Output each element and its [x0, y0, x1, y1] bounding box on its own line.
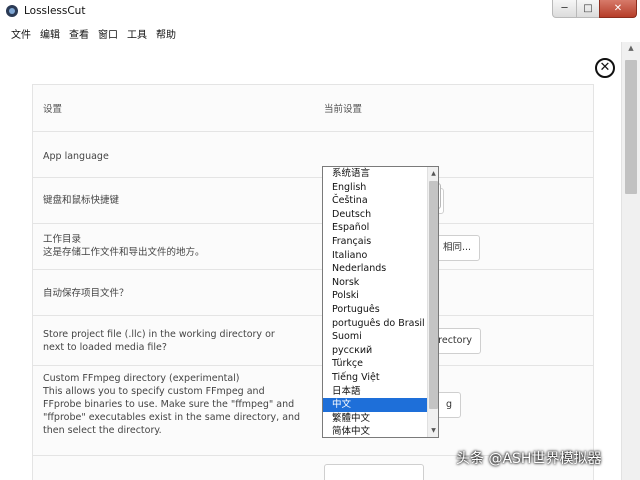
settings-table: 设置 当前设置 App language 键盘和鼠标快捷键 工作目录 这是存储工… — [32, 84, 594, 480]
watermark-text: 头条 @ASH世界模拟器 — [456, 451, 602, 467]
scroll-up-icon[interactable]: ▲ — [622, 44, 640, 56]
settings-row-shortcuts: 键盘和鼠标快捷键 — [33, 177, 593, 223]
language-option[interactable]: Português — [323, 303, 428, 317]
settings-row-language: App language — [33, 131, 593, 177]
app-logo-icon — [6, 5, 18, 17]
language-option-selected[interactable]: 中文 — [323, 398, 428, 412]
language-option[interactable]: Türkçe — [323, 357, 428, 371]
window-title: LosslessCut — [24, 5, 86, 17]
workdir-label: 工作目录 这是存储工作文件和导出文件的地方。 — [43, 234, 205, 258]
settings-row-autosave: 自动保存项目文件？ — [33, 269, 593, 315]
language-option[interactable]: 日本語 — [323, 385, 428, 399]
language-option[interactable]: Norsk — [323, 276, 428, 290]
menu-help[interactable]: 帮助 — [156, 26, 176, 41]
settings-page: ✕ 设置 当前设置 App language 键盘和鼠标快捷键 工作目录 这是存… — [0, 42, 621, 480]
next-setting-button[interactable] — [324, 464, 424, 480]
language-option[interactable]: Deutsch — [323, 208, 428, 222]
language-option[interactable]: português do Brasil — [323, 317, 428, 331]
project-file-label: Store project file (.llc) in the working… — [43, 329, 275, 353]
settings-header-row: 设置 当前设置 — [33, 85, 593, 131]
language-option[interactable]: Suomi — [323, 330, 428, 344]
menu-view[interactable]: 查看 — [69, 26, 89, 41]
language-option[interactable]: Español — [323, 221, 428, 235]
close-settings-icon[interactable]: ✕ — [595, 58, 615, 78]
language-option[interactable]: русский — [323, 344, 428, 358]
close-window-button[interactable]: ✕ — [599, 0, 637, 18]
language-option[interactable]: Italiano — [323, 249, 428, 263]
language-label: App language — [43, 151, 109, 162]
page-scroll-thumb[interactable] — [625, 60, 637, 194]
language-option[interactable]: Nederlands — [323, 262, 428, 276]
scroll-up-icon[interactable]: ▲ — [429, 168, 438, 179]
title-bar: LosslessCut ─ □ ✕ — [0, 0, 640, 23]
menu-edit[interactable]: 编辑 — [40, 26, 60, 41]
menu-file[interactable]: 文件 — [11, 26, 31, 41]
menu-tools[interactable]: 工具 — [127, 26, 147, 41]
settings-header-label: 设置 — [43, 104, 63, 115]
settings-row-project-file: Store project file (.llc) in the working… — [33, 315, 593, 365]
settings-row-ffmpeg: Custom FFmpeg directory (experimental) T… — [33, 365, 593, 445]
current-setting-header: 当前设置 — [324, 104, 363, 115]
dropdown-scrollbar[interactable]: ▲ ▼ — [427, 167, 438, 437]
language-option[interactable]: Čeština — [323, 194, 428, 208]
ffmpeg-label: Custom FFmpeg directory (experimental) T… — [43, 373, 301, 436]
menu-bar: 文件 编辑 查看 窗口 工具 帮助 — [0, 23, 640, 42]
settings-row-workdir: 工作目录 这是存储工作文件和导出文件的地方。 相同... — [33, 223, 593, 269]
page-scrollbar[interactable]: ▲ — [621, 42, 640, 480]
shortcuts-label: 键盘和鼠标快捷键 — [43, 195, 120, 206]
language-option[interactable]: 繁體中文 — [323, 412, 428, 426]
language-option[interactable]: Tiếng Việt — [323, 371, 428, 385]
autosave-label: 自动保存项目文件？ — [43, 288, 129, 299]
language-option[interactable]: Français — [323, 235, 428, 249]
language-option[interactable]: 系统语言 — [323, 167, 428, 181]
maximize-button[interactable]: □ — [576, 0, 600, 18]
scroll-down-icon[interactable]: ▼ — [429, 425, 438, 436]
dropdown-scroll-thumb[interactable] — [429, 181, 438, 409]
minimize-button[interactable]: ─ — [552, 0, 577, 18]
language-option[interactable]: 简体中文 — [323, 425, 428, 437]
language-option[interactable]: Polski — [323, 289, 428, 303]
menu-window[interactable]: 窗口 — [98, 26, 118, 41]
language-dropdown-list[interactable]: 系统语言 English Čeština Deutsch Español Fra… — [322, 166, 439, 438]
language-option[interactable]: English — [323, 181, 428, 195]
